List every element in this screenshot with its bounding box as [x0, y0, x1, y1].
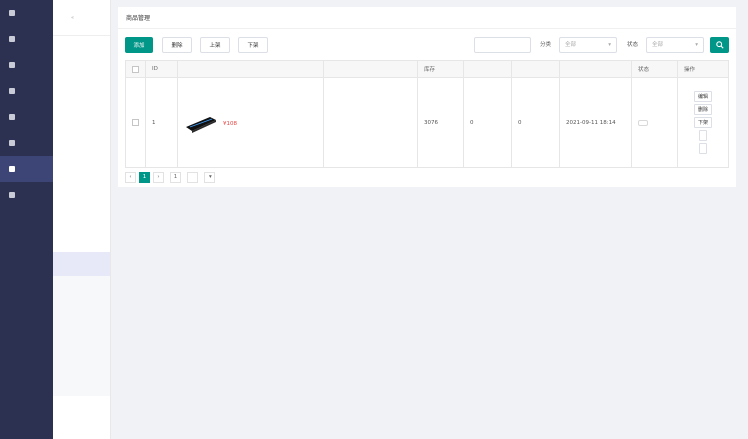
sidebar-item[interactable] — [53, 84, 110, 108]
per-page-select[interactable]: ▾ — [204, 171, 215, 183]
header-joined — [464, 61, 512, 77]
row-created: 2021-09-11 18:14 — [560, 78, 632, 167]
user-icon — [9, 88, 15, 94]
sidebar-item[interactable] — [53, 132, 110, 156]
secondary-sidebar-title: « — [53, 0, 110, 36]
goto-confirm-button[interactable] — [187, 171, 198, 183]
next-page-icon[interactable]: › — [153, 171, 164, 183]
monitor-icon — [9, 10, 15, 16]
delete-row-button[interactable]: 删除 — [693, 104, 712, 115]
sidebar-group[interactable] — [53, 396, 110, 420]
group-price — [324, 78, 418, 167]
sidebar-sub-item-active[interactable] — [53, 252, 110, 276]
grid-icon — [9, 62, 15, 68]
nav-item-member[interactable] — [0, 78, 53, 104]
table-row: 1 ¥108 3076 0 0 2021-09-11 18:14 编辑 删除 下… — [126, 78, 728, 167]
nav-item-mall[interactable] — [0, 104, 53, 130]
status-badge[interactable] — [638, 119, 648, 126]
row-operations: 编辑 删除 下架 — [678, 78, 728, 167]
product-image[interactable] — [184, 113, 218, 133]
shelve-button[interactable]: 上架 — [200, 37, 230, 53]
header-operations: 操作 — [684, 67, 696, 73]
nav-item-finance[interactable] — [0, 130, 53, 156]
nav-item-design[interactable] — [0, 26, 53, 52]
status-label: 状态 — [627, 42, 639, 48]
search-button[interactable] — [710, 37, 729, 53]
sidebar-group-active[interactable] — [53, 228, 110, 252]
megaphone-icon — [9, 166, 15, 172]
sidebar-group[interactable] — [53, 420, 110, 439]
row-checkbox[interactable] — [126, 78, 146, 167]
finance-icon — [9, 140, 15, 146]
row-id: 1 — [146, 78, 178, 167]
status-select[interactable]: 全部 ▾ — [646, 37, 704, 53]
row-sort: 0 — [512, 78, 560, 167]
main-panel: 商品管理 添加 删除 上架 下架 分类 全部 ▾ 状态 全部 ▾ ID 库存 状… — [118, 7, 736, 187]
view-orders-button[interactable] — [699, 130, 707, 141]
delete-button[interactable]: 删除 — [162, 37, 192, 53]
extension-icon — [9, 192, 15, 198]
secondary-sidebar: « — [53, 0, 111, 439]
sidebar-group[interactable] — [53, 156, 110, 180]
chevron-down-icon: ▾ — [608, 42, 611, 48]
header-id[interactable]: ID — [146, 61, 178, 77]
header-status: 状态 — [632, 61, 678, 77]
sidebar-sub-item[interactable] — [53, 324, 110, 348]
sidebar-group[interactable] — [53, 180, 110, 204]
unshelve-button[interactable]: 下架 — [238, 37, 268, 53]
edit-button[interactable]: 编辑 — [693, 91, 712, 102]
header-price — [324, 61, 418, 77]
row-status — [632, 78, 678, 167]
add-button[interactable]: 添加 — [125, 37, 153, 53]
pagination: ‹ 1 › 1 ▾ — [125, 170, 218, 184]
sidebar-item[interactable] — [53, 108, 110, 132]
product-info: ¥108 — [178, 78, 324, 167]
header-created[interactable] — [560, 61, 632, 77]
category-select[interactable]: 全部 ▾ — [559, 37, 617, 53]
sidebar-sub-item[interactable] — [53, 348, 110, 372]
sidebar-item[interactable] — [53, 60, 110, 84]
table-header: ID 库存 状态 操作 — [126, 61, 728, 78]
header-stock: 库存 — [418, 61, 464, 77]
sidebar-sub-item[interactable] — [53, 276, 110, 300]
page-title: 商品管理 — [118, 7, 736, 29]
unshelve-row-button[interactable]: 下架 — [693, 117, 712, 128]
header-info — [178, 61, 324, 77]
row-stock: 3076 — [418, 78, 464, 167]
header-sort[interactable] — [512, 61, 560, 77]
primary-sidebar — [0, 0, 53, 439]
nav-item-marketing[interactable] — [0, 156, 53, 182]
sidebar-item[interactable] — [53, 36, 110, 60]
select-all-checkbox[interactable] — [126, 61, 146, 77]
sidebar-group[interactable] — [53, 204, 110, 228]
goto-page-input[interactable]: 1 — [170, 171, 181, 183]
sidebar-sub-item[interactable] — [53, 300, 110, 324]
collapse-icon[interactable]: « — [71, 15, 74, 21]
row-joined: 0 — [464, 78, 512, 167]
category-label: 分类 — [540, 42, 552, 48]
nav-item-extension[interactable] — [0, 182, 53, 208]
goods-table: ID 库存 状态 操作 1 ¥108 3076 0 0 2021-09-11 1… — [125, 60, 729, 168]
sidebar-sub-item[interactable] — [53, 372, 110, 396]
toolbar: 添加 删除 上架 下架 分类 全部 ▾ 状态 全部 ▾ — [125, 37, 729, 53]
page-current[interactable]: 1 — [139, 171, 150, 183]
chevron-down-icon: ▾ — [695, 42, 698, 48]
product-price: ¥108 — [223, 120, 237, 127]
gear-icon — [9, 36, 15, 42]
nav-item-home[interactable] — [0, 0, 53, 26]
promote-button[interactable] — [699, 143, 707, 154]
mail-icon — [9, 114, 15, 120]
prev-page-icon[interactable]: ‹ — [125, 171, 136, 183]
nav-item-platform[interactable] — [0, 52, 53, 78]
search-icon — [715, 41, 724, 49]
name-search-input[interactable] — [474, 37, 531, 53]
